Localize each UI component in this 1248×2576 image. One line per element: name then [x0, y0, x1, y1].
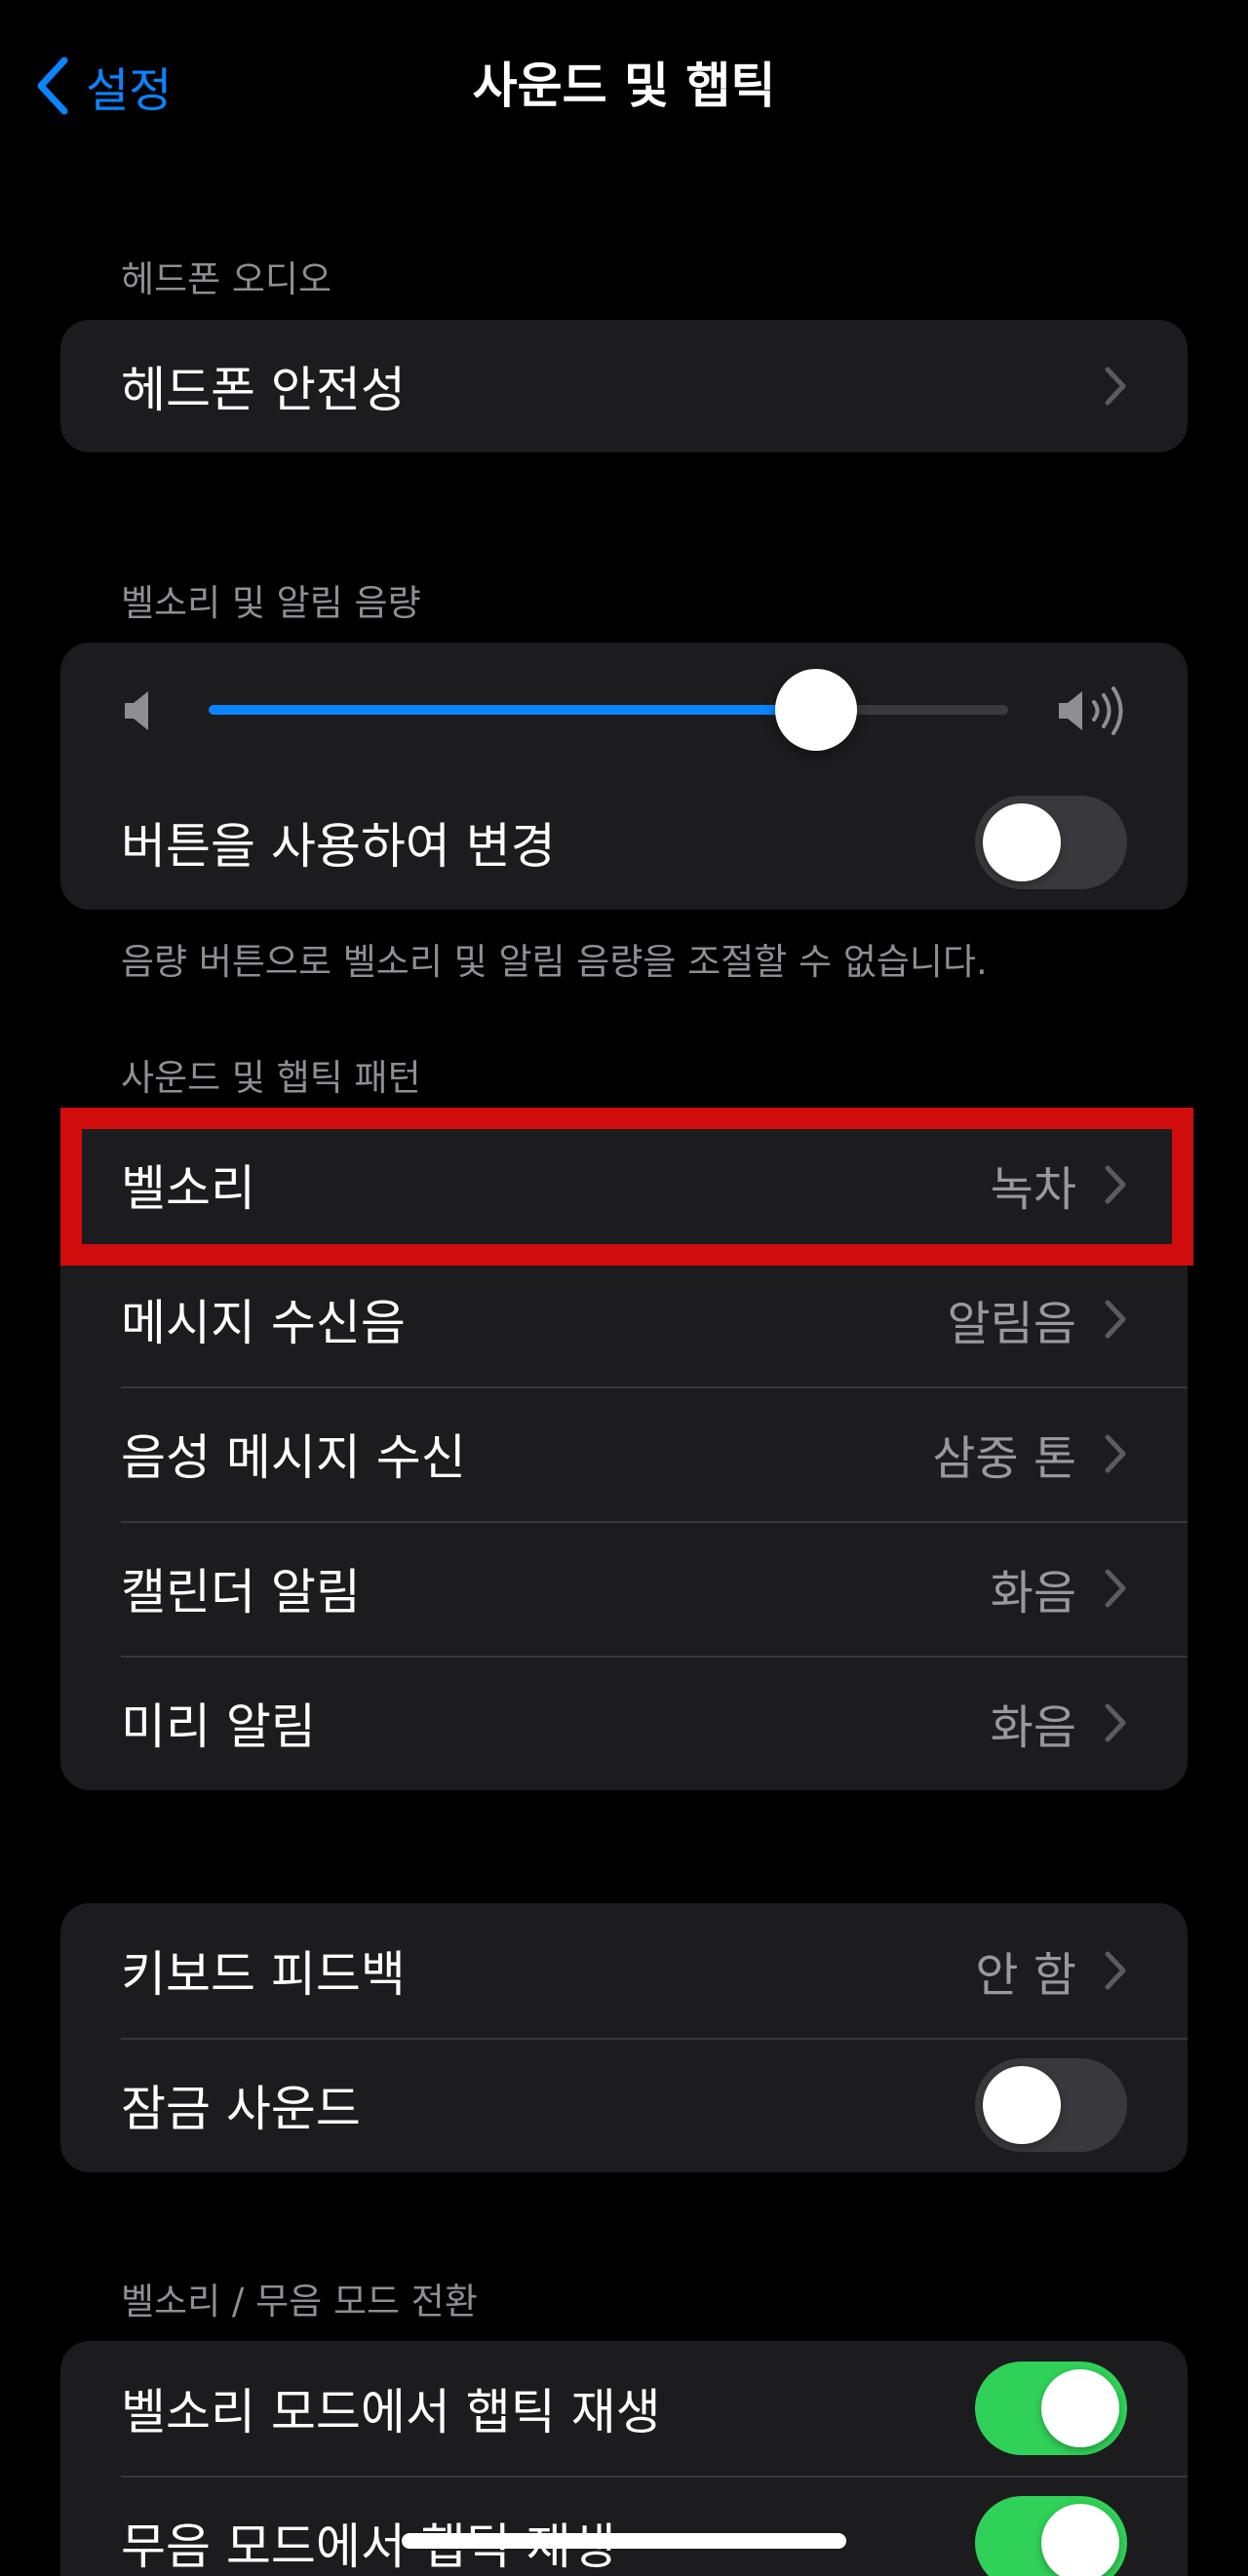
ring-mode-haptics-row: 벨소리 모드에서 햅틱 재생 [60, 2341, 1188, 2476]
text-tone-value: 알림음 [947, 1297, 1076, 1351]
voicemail-row[interactable]: 음성 메시지 수신 삼중 톤 [60, 1386, 1188, 1521]
keyboard-feedback-label: 키보드 피드백 [121, 1946, 406, 2003]
lock-sound-label: 잠금 사운드 [121, 2081, 361, 2137]
headphone-safety-row[interactable]: 헤드폰 안전성 [60, 320, 1188, 452]
silent-mode-haptics-toggle[interactable] [975, 2496, 1127, 2576]
toggle-knob [983, 2066, 1061, 2144]
ring-mode-haptics-toggle[interactable] [975, 2361, 1127, 2455]
home-indicator [402, 2533, 846, 2549]
change-with-buttons-row: 버튼을 사용하여 변경 [60, 775, 1188, 910]
ringtone-value: 녹차 [990, 1162, 1076, 1217]
chevron-right-icon [1105, 1569, 1126, 1608]
headphone-safety-label: 헤드폰 안전성 [121, 362, 406, 418]
toggle-knob [1041, 2369, 1119, 2447]
volume-slider[interactable] [209, 669, 1008, 751]
reminder-alerts-value: 화음 [990, 1700, 1076, 1755]
headphone-group: 헤드폰 안전성 [60, 320, 1188, 452]
chevron-right-icon [1105, 1951, 1126, 1990]
ring-mode-haptics-label: 벨소리 모드에서 햅틱 재생 [121, 2384, 661, 2440]
volume-group: 버튼을 사용하여 변경 [60, 643, 1188, 910]
calendar-alerts-label: 캘린더 알림 [121, 1564, 361, 1620]
volume-slider-thumb[interactable] [775, 669, 858, 751]
calendar-alerts-row[interactable]: 캘린더 알림 화음 [60, 1521, 1188, 1656]
silent-mode-haptics-row: 무음 모드에서 햅틱 재생 [60, 2476, 1188, 2576]
section-header-volume: 벨소리 및 알림 음량 [121, 582, 421, 624]
lock-sound-toggle[interactable] [975, 2058, 1127, 2152]
toggle-knob [1041, 2504, 1119, 2576]
ringtone-label: 벨소리 [121, 1160, 255, 1217]
chevron-right-icon [1105, 1703, 1126, 1742]
volume-footer: 음량 버튼으로 벨소리 및 알림 음량을 조절할 수 없습니다. [121, 941, 988, 983]
change-with-buttons-toggle[interactable] [975, 796, 1127, 889]
volume-slider-fill [209, 705, 817, 715]
toggle-knob [983, 803, 1061, 881]
text-tone-row[interactable]: 메시지 수신음 알림음 [60, 1252, 1188, 1386]
reminder-alerts-label: 미리 알림 [121, 1698, 316, 1755]
keyboard-feedback-row[interactable]: 키보드 피드백 안 함 [60, 1903, 1188, 2038]
system-sounds-group: 키보드 피드백 안 함 잠금 사운드 [60, 1903, 1188, 2172]
voicemail-value: 삼중 톤 [932, 1431, 1076, 1486]
volume-slider-row [60, 643, 1188, 775]
speaker-low-icon [125, 691, 148, 730]
keyboard-feedback-value: 안 함 [975, 1948, 1076, 2003]
chevron-right-icon [1105, 1300, 1126, 1339]
sound-haptics-screen: 설정 사운드 및 햅틱 헤드폰 오디오 헤드폰 안전성 벨소리 및 알림 음량 [0, 0, 1248, 2576]
voicemail-label: 음성 메시지 수신 [121, 1429, 466, 1486]
speaker-high-icon [1059, 686, 1123, 735]
change-with-buttons-label: 버튼을 사용하여 변경 [121, 818, 556, 875]
ringtone-row[interactable]: 벨소리 녹차 [60, 1117, 1188, 1252]
chevron-right-icon [1105, 367, 1126, 406]
calendar-alerts-value: 화음 [990, 1566, 1076, 1620]
chevron-right-icon [1105, 1434, 1126, 1473]
reminder-alerts-row[interactable]: 미리 알림 화음 [60, 1656, 1188, 1790]
section-header-patterns: 사운드 및 햅틱 패턴 [121, 1057, 421, 1099]
navigation-bar: 설정 사운드 및 햅틱 [0, 0, 1248, 176]
chevron-right-icon [1105, 1165, 1126, 1204]
section-header-silent-mode: 벨소리 / 무음 모드 전환 [121, 2281, 478, 2322]
text-tone-label: 메시지 수신음 [121, 1295, 406, 1351]
patterns-group: 벨소리 녹차 메시지 수신음 알림음 음성 메시지 수신 삼중 톤 캘린더 알림… [60, 1117, 1188, 1790]
lock-sound-row: 잠금 사운드 [60, 2038, 1188, 2172]
section-header-headphone: 헤드폰 오디오 [121, 258, 332, 300]
page-title: 사운드 및 햅틱 [472, 58, 776, 114]
